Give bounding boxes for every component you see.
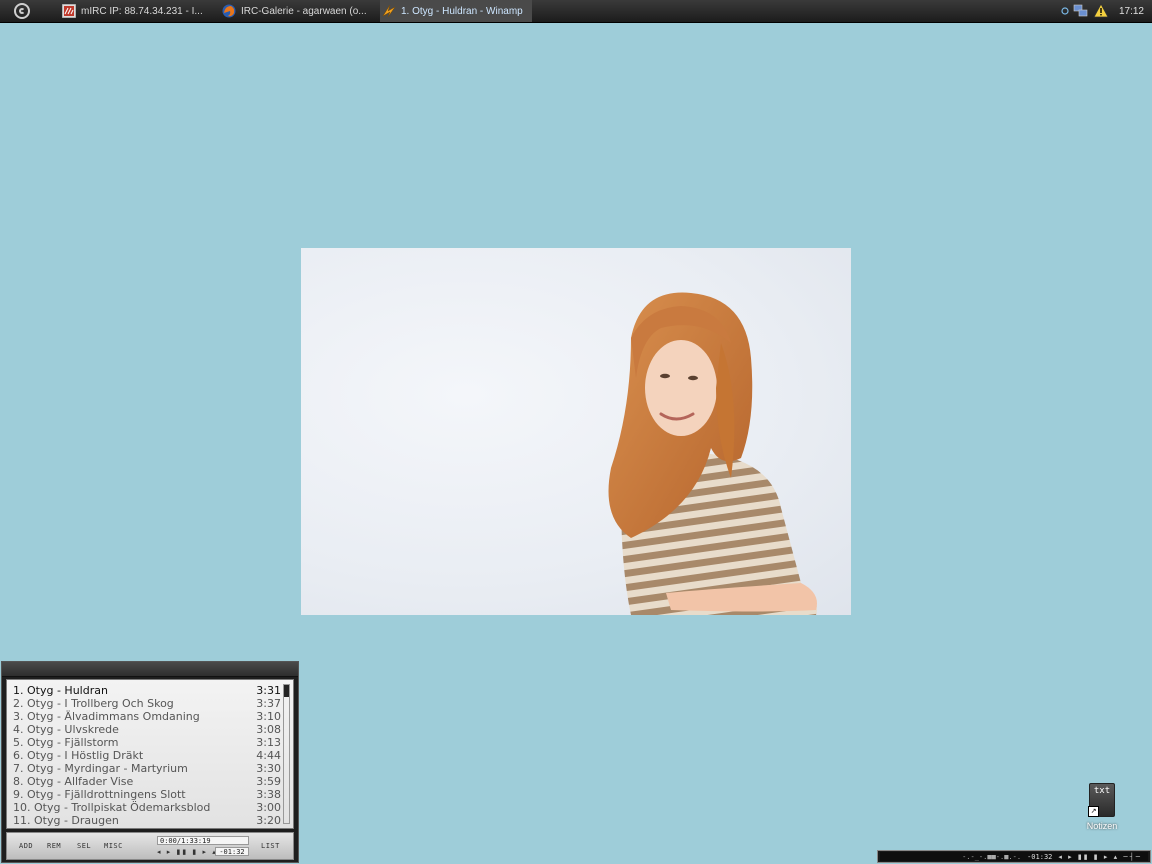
track-title: 10. Otyg - Trollpiskat Ödemarksblod <box>13 801 211 814</box>
track-duration: 3:10 <box>256 710 281 723</box>
winamp-playlist-window[interactable]: 1. Otyg - Huldran 3:31 2. Otyg - I Trollb… <box>1 661 299 863</box>
playlist-item[interactable]: 3. Otyg - Älvadimmans Omdaning 3:10 <box>13 710 281 723</box>
remove-button[interactable]: REM <box>47 842 61 850</box>
firefox-icon <box>222 4 236 18</box>
track-title: 11. Otyg - Draugen <box>13 814 119 827</box>
task-label-winamp: 1. Otyg - Huldran - Winamp <box>401 5 523 17</box>
winamp-mini-player[interactable]: -.-_-.■■-.■.-. -01:32 ◂ ▸ ▮▮ ▮ ▸ ▴ ─┤─ <box>877 850 1151 863</box>
playlist-remaining-time: -01:32 <box>215 847 249 856</box>
select-button[interactable]: SEL <box>77 842 91 850</box>
mini-time: -01:32 <box>1027 852 1053 861</box>
track-duration: 3:08 <box>256 723 281 736</box>
task-label-firefox: IRC-Galerie - agarwaen (o... <box>241 5 367 17</box>
mini-player-display: -.-_-.■■-.■.-. -01:32 ◂ ▸ ▮▮ ▮ ▸ ▴ ─┤─ <box>880 852 1148 861</box>
start-menu-icon[interactable] <box>14 3 30 19</box>
playlist-scroll-thumb[interactable] <box>284 685 289 697</box>
track-duration: 3:00 <box>256 801 281 814</box>
playlist-scrollbar[interactable] <box>283 684 290 824</box>
track-title: 3. Otyg - Älvadimmans Omdaning <box>13 710 200 723</box>
task-label-mirc: mIRC IP: 88.74.34.231 - I... <box>81 5 203 17</box>
list-button[interactable]: LIST <box>261 842 280 850</box>
playlist-item[interactable]: 11. Otyg - Draugen 3:20 <box>13 814 281 827</box>
track-duration: 3:31 <box>256 684 281 697</box>
mini-transport-controls[interactable]: ◂ ▸ ▮▮ ▮ ▸ ▴ ─┤─ <box>1058 853 1142 861</box>
tray-status-icon[interactable] <box>1061 7 1069 15</box>
system-tray: 17:12 <box>1061 0 1152 22</box>
network-icon[interactable] <box>1073 3 1089 19</box>
track-title: 8. Otyg - Allfader Vise <box>13 775 134 788</box>
track-duration: 3:37 <box>256 697 281 710</box>
track-title: 2. Otyg - I Trollberg Och Skog <box>13 697 174 710</box>
mirc-icon <box>62 4 76 18</box>
add-button[interactable]: ADD <box>19 842 33 850</box>
text-file-icon: txt ↗ <box>1088 783 1115 817</box>
file-type-glyph: txt <box>1093 786 1111 796</box>
track-duration: 3:59 <box>256 775 281 788</box>
playlist-item[interactable]: 1. Otyg - Huldran 3:31 <box>13 684 281 697</box>
portrait-image <box>608 292 817 615</box>
playlist-item[interactable]: 8. Otyg - Allfader Vise 3:59 <box>13 775 281 788</box>
playlist-item[interactable]: 9. Otyg - Fjälldrottningens Slott 3:38 <box>13 788 281 801</box>
track-title: 9. Otyg - Fjälldrottningens Slott <box>13 788 186 801</box>
playlist-body[interactable]: 1. Otyg - Huldran 3:31 2. Otyg - I Trollb… <box>6 679 294 829</box>
shortcut-arrow-icon: ↗ <box>1088 806 1099 817</box>
playlist-total-time: 0:00/1:33:19 <box>157 836 249 845</box>
taskbar: mIRC IP: 88.74.34.231 - I... IRC-Galerie… <box>0 0 1152 23</box>
track-title: 6. Otyg - I Höstlig Dräkt <box>13 749 144 762</box>
desktop-icon-label: Notizen <box>1086 821 1118 831</box>
track-title: 5. Otyg - Fjällstorm <box>13 736 119 749</box>
misc-button[interactable]: MISC <box>104 842 123 850</box>
task-firefox[interactable]: IRC-Galerie - agarwaen (o... <box>220 0 370 22</box>
playlist-item[interactable]: 6. Otyg - I Höstlig Dräkt 4:44 <box>13 749 281 762</box>
playlist-titlebar[interactable] <box>2 662 298 677</box>
track-duration: 3:13 <box>256 736 281 749</box>
playlist-item[interactable]: 5. Otyg - Fjällstorm 3:13 <box>13 736 281 749</box>
playlist-item[interactable]: 2. Otyg - I Trollberg Och Skog 3:37 <box>13 697 281 710</box>
mini-visualizer: -.-_-.■■-.■.-. <box>962 852 1022 861</box>
playlist-transport-controls[interactable]: ◂ ▸ ▮▮ ▮ ▸ ▴ <box>157 848 218 856</box>
track-duration: 3:30 <box>256 762 281 775</box>
track-title: 1. Otyg - Huldran <box>13 684 108 697</box>
winamp-icon <box>382 4 396 18</box>
task-mirc[interactable]: mIRC IP: 88.74.34.231 - I... <box>60 0 210 22</box>
playlist-item[interactable]: 7. Otyg - Myrdingar - Martyrium 3:30 <box>13 762 281 775</box>
desktop-photo <box>301 248 851 615</box>
clock: 17:12 <box>1118 5 1144 17</box>
desktop-icon-notizen[interactable]: txt ↗ Notizen <box>1082 783 1122 831</box>
track-title: 4. Otyg - Ulvskrede <box>13 723 119 736</box>
track-duration: 3:38 <box>256 788 281 801</box>
playlist-toolbar: ADD REM SEL MISC 0:00/1:33:19 ◂ ▸ ▮▮ ▮ ▸… <box>6 832 294 860</box>
track-title: 7. Otyg - Myrdingar - Martyrium <box>13 762 188 775</box>
playlist-tracks: 1. Otyg - Huldran 3:31 2. Otyg - I Trollb… <box>13 684 281 827</box>
playlist-item[interactable]: 10. Otyg - Trollpiskat Ödemarksblod 3:00 <box>13 801 281 814</box>
playlist-item[interactable]: 4. Otyg - Ulvskrede 3:08 <box>13 723 281 736</box>
track-duration: 4:44 <box>256 749 281 762</box>
warning-icon[interactable] <box>1093 3 1109 19</box>
task-winamp[interactable]: 1. Otyg - Huldran - Winamp <box>380 0 532 22</box>
track-duration: 3:20 <box>256 814 281 827</box>
